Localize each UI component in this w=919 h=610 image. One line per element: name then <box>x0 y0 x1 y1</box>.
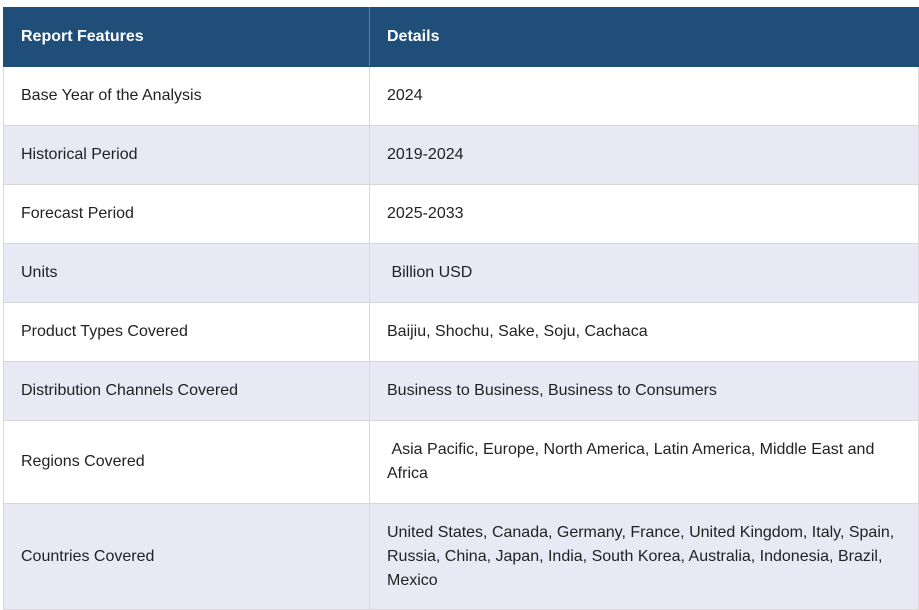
feature-cell: Historical Period <box>3 125 370 185</box>
details-cell: 2024 <box>369 66 919 126</box>
feature-cell: Distribution Channels Covered <box>3 361 370 421</box>
table-row: Forecast Period 2025-2033 <box>3 184 919 244</box>
details-cell: Asia Pacific, Europe, North America, Lat… <box>369 420 919 504</box>
table-row: Regions Covered Asia Pacific, Europe, No… <box>3 420 919 504</box>
details-cell: Baijiu, Shochu, Sake, Soju, Cachaca <box>369 302 919 362</box>
table-row: Base Year of the Analysis 2024 <box>3 66 919 126</box>
table-row: Units Billion USD <box>3 243 919 303</box>
header-details: Details <box>369 7 919 67</box>
details-cell: 2019-2024 <box>369 125 919 185</box>
table-row: Product Types Covered Baijiu, Shochu, Sa… <box>3 302 919 362</box>
feature-cell: Regions Covered <box>3 420 370 504</box>
feature-cell: Forecast Period <box>3 184 370 244</box>
feature-cell: Countries Covered <box>3 503 370 610</box>
table-row: Historical Period 2019-2024 <box>3 125 919 185</box>
feature-cell: Base Year of the Analysis <box>3 66 370 126</box>
header-report-features: Report Features <box>3 7 370 67</box>
details-cell: Billion USD <box>369 243 919 303</box>
feature-cell: Units <box>3 243 370 303</box>
report-features-table: Report Features Details Base Year of the… <box>3 7 919 610</box>
details-cell: 2025-2033 <box>369 184 919 244</box>
table-row: Distribution Channels Covered Business t… <box>3 361 919 421</box>
details-cell: Business to Business, Business to Consum… <box>369 361 919 421</box>
table-header-row: Report Features Details <box>3 7 919 67</box>
table-row: Countries Covered United States, Canada,… <box>3 503 919 610</box>
feature-cell: Product Types Covered <box>3 302 370 362</box>
details-cell: United States, Canada, Germany, France, … <box>369 503 919 610</box>
